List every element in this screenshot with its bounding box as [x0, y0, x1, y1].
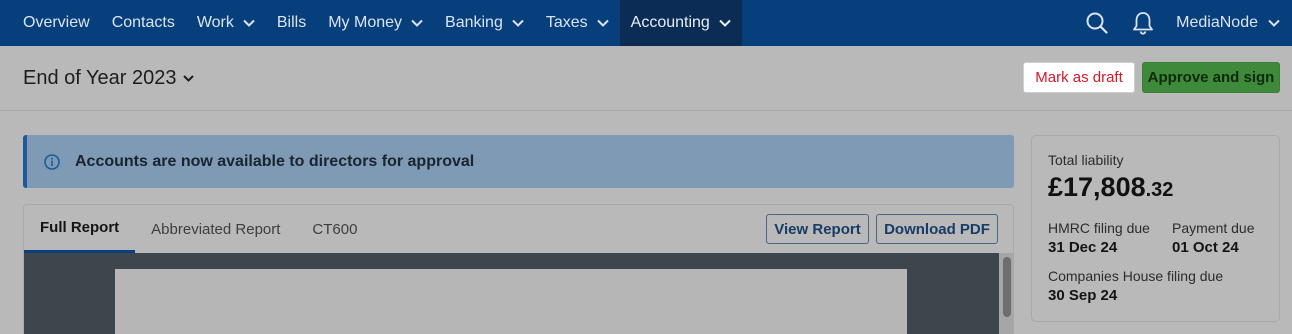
mark-as-draft-button[interactable]: Mark as draft	[1023, 62, 1135, 93]
tab-full-report[interactable]: Full Report	[24, 205, 136, 253]
hmrc-filing-date: 31 Dec 24	[1048, 239, 1118, 256]
top-nav: Overview Contacts Work Bills My Money Ba…	[0, 0, 1292, 46]
hmrc-filing-label: HMRC filing due	[1048, 220, 1150, 236]
payment-due-date: 01 Oct 24	[1172, 239, 1239, 256]
info-banner: Accounts are now available to directors …	[23, 135, 1014, 188]
nav-item-label: Contacts	[111, 14, 175, 31]
viewer-scrollbar[interactable]	[999, 253, 1013, 334]
report-page	[115, 269, 907, 334]
nav-right: MediaNode	[1074, 0, 1292, 46]
companies-house-label: Companies House filing due	[1048, 268, 1224, 284]
banner-text: Accounts are now available to directors …	[75, 152, 475, 170]
amount-pounds: £17,808	[1048, 172, 1146, 202]
nav-item-label: Taxes	[545, 14, 588, 31]
notifications-button[interactable]	[1120, 0, 1166, 46]
page-title: End of Year 2023	[23, 67, 177, 89]
tab-label: CT600	[312, 220, 358, 238]
bell-icon	[1133, 12, 1154, 35]
nav-item-label: Overview	[23, 14, 90, 31]
nav-item-overview[interactable]: Overview	[0, 0, 101, 46]
chevron-down-icon	[512, 19, 524, 27]
nav-item-contacts[interactable]: Contacts	[101, 0, 186, 46]
tab-abbreviated-report[interactable]: Abbreviated Report	[135, 205, 296, 253]
chevron-down-icon	[243, 19, 255, 27]
chevron-down-icon	[1268, 19, 1280, 27]
info-icon	[44, 153, 60, 170]
nav-item-my-money[interactable]: My Money	[317, 0, 434, 46]
nav-item-label: Work	[196, 14, 234, 31]
chevron-down-icon	[719, 19, 731, 27]
report-panel: Full Report Abbreviated Report CT600 Vie…	[23, 204, 1014, 334]
nav-item-banking[interactable]: Banking	[434, 0, 535, 46]
chevron-down-icon	[596, 19, 609, 27]
search-icon	[1086, 12, 1108, 34]
chevron-down-icon	[411, 19, 423, 27]
nav-item-label: My Money	[328, 14, 403, 31]
page-header: End of Year 2023 Mark as draft Approve a…	[0, 46, 1292, 111]
tab-label: Abbreviated Report	[151, 220, 281, 238]
chevron-down-icon	[183, 75, 195, 82]
nav-item-label: Accounting	[630, 14, 710, 31]
tab-ct600[interactable]: CT600	[296, 205, 373, 253]
liability-card: Total liability £17,808.32 HMRC filing d…	[1031, 135, 1280, 322]
amount-pence: .32	[1145, 179, 1174, 201]
report-viewer[interactable]	[24, 253, 1013, 334]
total-liability-amount: £17,808.32	[1048, 172, 1173, 203]
user-menu[interactable]: MediaNode	[1166, 14, 1292, 32]
download-pdf-button[interactable]: Download PDF	[876, 214, 998, 244]
period-selector[interactable]: End of Year 2023	[23, 67, 195, 90]
scrollbar-thumb[interactable]	[1003, 257, 1011, 317]
report-tabs: Full Report Abbreviated Report CT600	[24, 205, 373, 253]
tab-label: Full Report	[40, 219, 120, 236]
user-name: MediaNode	[1176, 14, 1258, 31]
approve-and-sign-button[interactable]: Approve and sign	[1142, 62, 1280, 93]
payment-due-label: Payment due	[1172, 220, 1255, 236]
total-liability-label: Total liability	[1048, 152, 1124, 168]
nav-item-taxes[interactable]: Taxes	[535, 0, 620, 46]
nav-item-label: Banking	[445, 14, 503, 31]
nav-item-bills[interactable]: Bills	[266, 0, 317, 46]
companies-house-date: 30 Sep 24	[1048, 287, 1118, 304]
nav-item-label: Bills	[276, 14, 307, 31]
nav-item-work[interactable]: Work	[186, 0, 266, 46]
view-report-button[interactable]: View Report	[766, 214, 869, 244]
search-button[interactable]	[1074, 0, 1120, 46]
nav-item-accounting[interactable]: Accounting	[619, 0, 742, 46]
